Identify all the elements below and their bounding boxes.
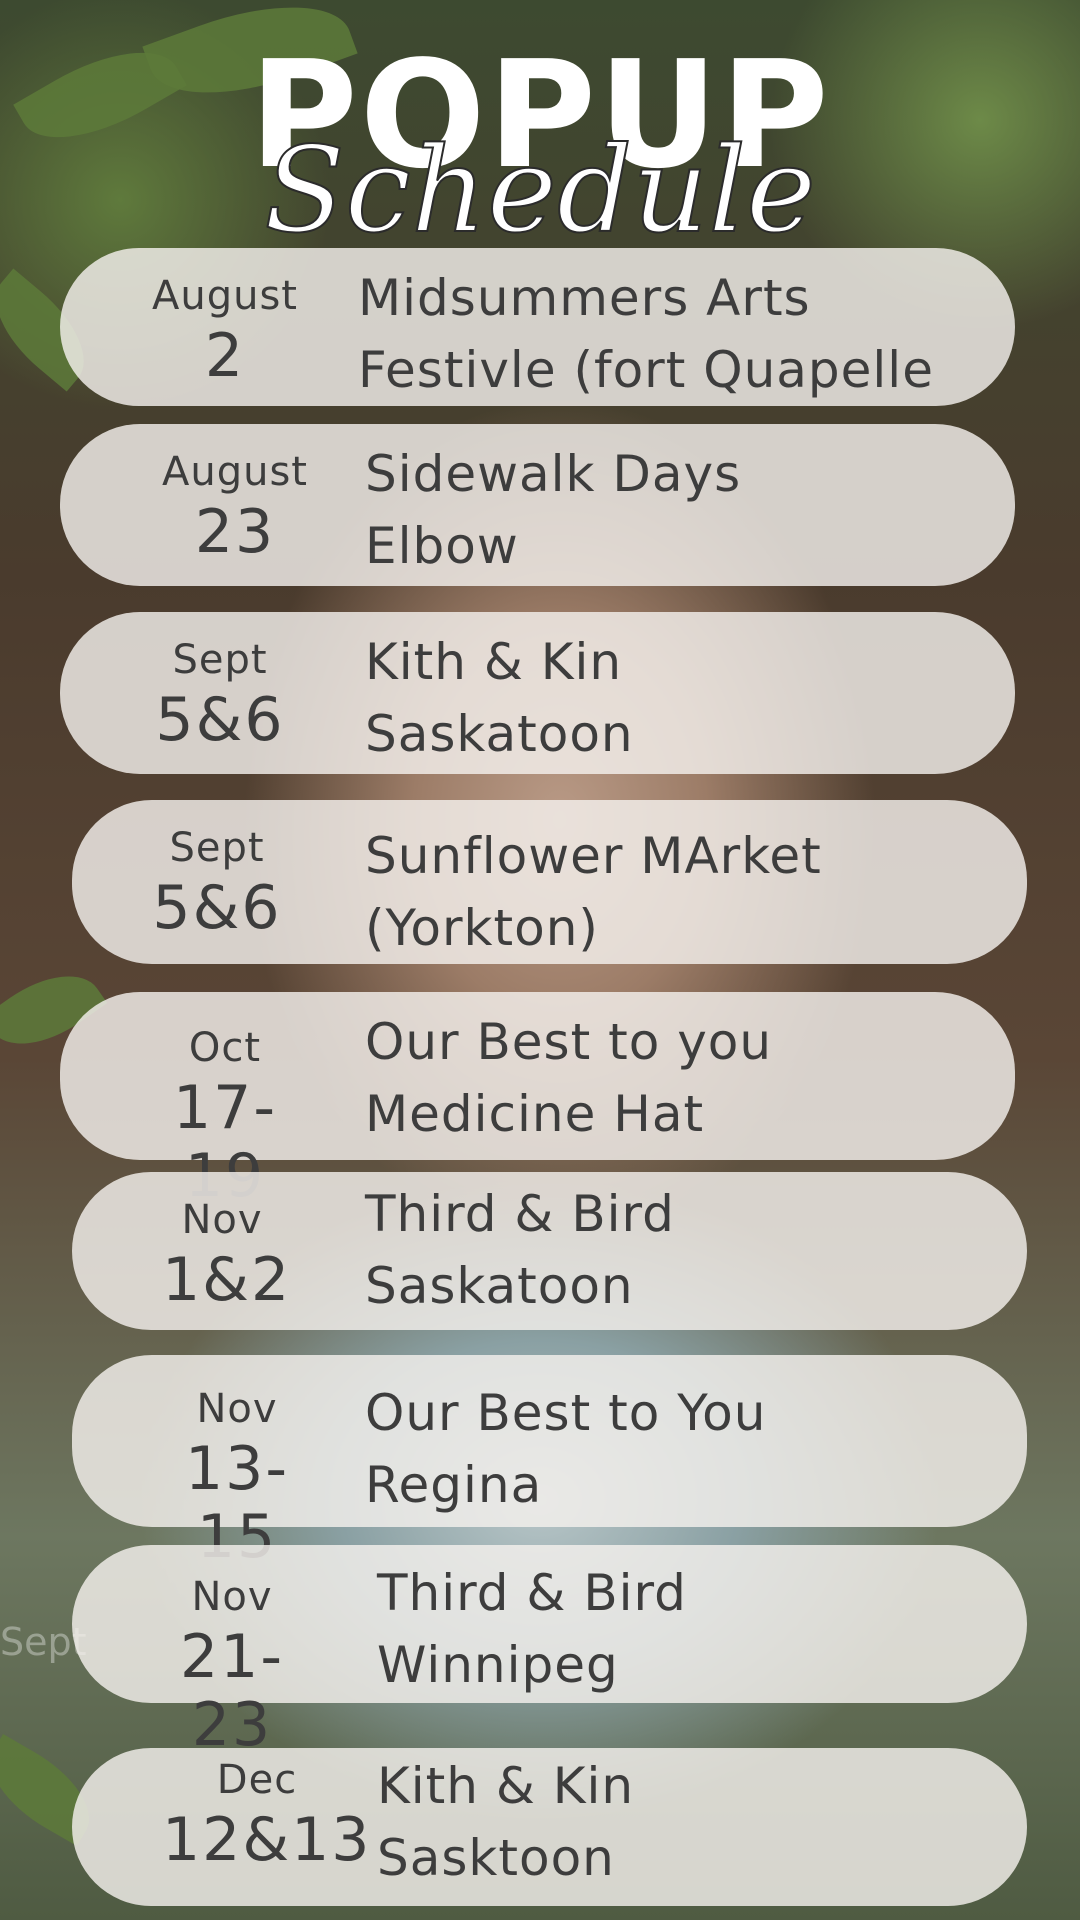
event-name: Kith & Kin: [377, 1757, 635, 1815]
event-location: Medicine Hat: [365, 1085, 705, 1143]
event-date: August 2: [140, 248, 310, 390]
event-details: Sunflower MArket (Yorkton): [365, 820, 822, 964]
event-row: Nov 21-23 Third & Bird Winnipeg: [72, 1545, 1027, 1759]
event-name: Sunflower MArket: [365, 827, 822, 885]
event-date: Sept 5&6: [142, 800, 292, 942]
event-month: Sept: [172, 637, 268, 683]
page-subtitle: Schedule: [263, 121, 817, 259]
event-location: Regina: [365, 1456, 543, 1514]
event-details: Third & Bird Saskatoon: [365, 1178, 675, 1322]
event-day: 5&6: [155, 685, 285, 755]
event-details: Kith & Kin Saskatoon: [365, 626, 634, 770]
event-row: Nov 1&2 Third & Bird Saskatoon: [72, 1172, 1027, 1330]
event-day: 23: [194, 497, 276, 567]
event-location: Winnipeg: [377, 1636, 619, 1694]
event-row: Nov 13-15 Our Best to You Regina: [72, 1355, 1027, 1571]
event-details: Our Best to you Medicine Hat: [365, 1006, 772, 1150]
event-name: Third & Bird: [377, 1564, 687, 1622]
event-date: Sept 5&6: [145, 612, 295, 754]
event-row: Sept 5&6 Kith & Kin Saskatoon: [60, 612, 1015, 774]
event-day: 2: [204, 321, 246, 391]
event-location: Saskatoon: [365, 1257, 634, 1315]
event-month: Dec: [216, 1757, 298, 1803]
event-month: August: [162, 449, 308, 495]
event-location: (Yorkton): [365, 899, 599, 957]
event-date: August 23: [150, 424, 320, 566]
event-name: Our Best to you: [365, 1013, 773, 1071]
event-month: August: [152, 273, 298, 319]
event-row: Oct 17-19 Our Best to you Medicine Hat: [60, 992, 1015, 1210]
event-row: August 23 Sidewalk Days Elbow: [60, 424, 1015, 586]
event-month: Oct: [188, 1025, 262, 1071]
event-date: Nov 21-23: [142, 1545, 322, 1759]
event-details: Our Best to You Regina: [365, 1377, 766, 1521]
header: POPUP Schedule: [0, 30, 1080, 256]
event-month: Nov: [181, 1197, 263, 1243]
event-month: Sept: [169, 825, 265, 871]
event-day: 1&2: [162, 1245, 292, 1315]
event-location: Elbow: [365, 517, 519, 575]
event-details: Kith & Kin Sasktoon: [377, 1750, 634, 1894]
event-day: 21-23: [180, 1622, 284, 1760]
event-name: Our Best to You: [365, 1384, 767, 1442]
event-location: Festivle (fort Quapelle: [358, 341, 934, 399]
event-month: Nov: [191, 1574, 273, 1620]
event-name: Kith & Kin: [365, 633, 623, 691]
event-name: Third & Bird: [365, 1185, 675, 1243]
event-details: Sidewalk Days Elbow: [365, 438, 741, 582]
event-name: Midsummers Arts: [358, 269, 811, 327]
event-date: Nov 13-15: [147, 1355, 327, 1571]
event-day: 5&6: [152, 873, 282, 943]
event-row: Dec 12&13 Kith & Kin Sasktoon: [72, 1748, 1027, 1906]
event-details: Third & Bird Winnipeg: [377, 1557, 687, 1701]
event-details: Midsummers Arts Festivle (fort Quapelle: [358, 262, 934, 406]
event-month: Nov: [196, 1386, 278, 1432]
event-location: Sasktoon: [377, 1829, 615, 1887]
event-name: Sidewalk Days: [365, 445, 742, 503]
event-row: Sept 5&6 Sunflower MArket (Yorkton): [72, 800, 1027, 964]
event-date: Nov 1&2: [162, 1172, 292, 1315]
event-day: 12&13: [162, 1805, 372, 1875]
event-row: August 2 Midsummers Arts Festivle (fort …: [60, 248, 1015, 406]
event-location: Saskatoon: [365, 705, 634, 763]
event-date: Dec 12&13: [162, 1748, 372, 1875]
